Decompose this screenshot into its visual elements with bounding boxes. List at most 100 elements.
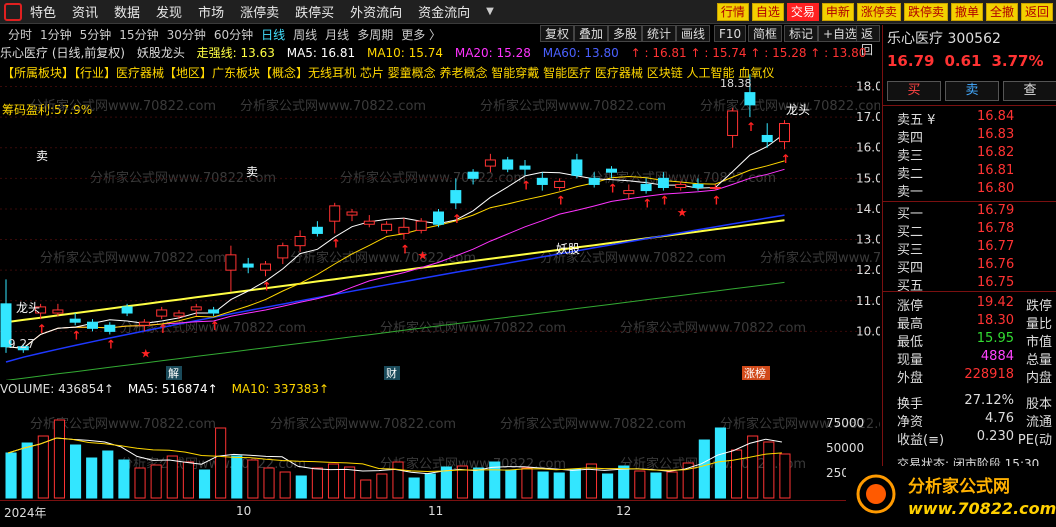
btn-zhangtingmai[interactable]: 涨停卖 [856, 3, 901, 21]
btn-fanhui[interactable]: 返回 [1020, 3, 1053, 21]
candle-body-26 [450, 190, 462, 204]
sell-order-2-price[interactable]: 16.82 [977, 145, 1014, 160]
candle-body-27 [467, 171, 479, 179]
btn-tongji[interactable]: 统计 [642, 25, 677, 42]
btn-chedan[interactable]: 撤单 [950, 3, 983, 21]
sell-order-3-price[interactable]: 16.81 [977, 163, 1014, 178]
stats-label-4: 外盘 [897, 371, 924, 386]
period-multi[interactable]: 多周期 [357, 26, 393, 43]
candle-body-39 [675, 183, 687, 189]
menu-dietingmai[interactable]: 跌停买 [295, 2, 334, 21]
btn-quanche[interactable]: 全撤 [985, 3, 1018, 21]
btn-jiaoyi[interactable]: 交易 [786, 3, 819, 21]
y-tick-2: 16.00 [856, 141, 880, 155]
btn-zixuan[interactable]: 自选 [751, 3, 784, 21]
zhangbang-marker[interactable]: 涨榜 [744, 366, 766, 380]
buy-order-0-price[interactable]: 16.79 [977, 203, 1014, 218]
buy-order-2-price[interactable]: 16.77 [977, 239, 1014, 254]
stats-label2-3: 总量 [1025, 353, 1052, 368]
stats-value-0: 19.42 [976, 295, 1014, 310]
volume-title: VOLUME: 436854↑ MA5: 516874↑ MA10: 33738… [0, 382, 880, 398]
btn-duogu[interactable]: 多股 [608, 25, 643, 42]
stats-value-1: 18.30 [976, 313, 1014, 328]
stats-value-3: 4884 [980, 349, 1014, 364]
volume-bar-25 [408, 477, 420, 499]
buy-order-3-price[interactable]: 16.76 [977, 257, 1014, 272]
menu-zijin[interactable]: 资金流向 [418, 2, 470, 21]
period-60min[interactable]: 60分钟 [214, 26, 253, 43]
btn-hangqing[interactable]: 行情 [716, 3, 749, 21]
last-price: 16.79 [887, 52, 935, 70]
menu-more-dropdown-icon[interactable]: ▼ [486, 6, 494, 17]
volume-bar-40 [650, 472, 662, 499]
period-1min[interactable]: 1分钟 [40, 26, 72, 43]
cai-marker[interactable]: 财 [386, 366, 397, 380]
btn-diejia[interactable]: 叠加 [574, 25, 609, 42]
candle-body-17 [294, 235, 306, 247]
volume-chart[interactable]: 分析家公式网www.70822.com 分析家公式网www.70822.com 分析… [0, 398, 880, 500]
candle-body-43 [744, 92, 756, 106]
app-logo-icon[interactable] [4, 2, 22, 21]
buy-order-4-price[interactable]: 16.75 [977, 275, 1014, 290]
volume-bar-47 [763, 441, 775, 499]
period-monthly[interactable]: 月线 [325, 26, 349, 43]
menu-zhangtingmai[interactable]: 涨停卖 [240, 2, 279, 21]
vol-tick-1: 50000 [826, 441, 864, 455]
buy-button[interactable]: 买 [887, 81, 941, 101]
indicator-name[interactable]: 妖股龙头 [137, 46, 185, 60]
btn-return[interactable]: 返回 [856, 25, 880, 57]
watermark-text-13: 分析家公式网www.70822.com [620, 320, 806, 336]
btn-biaoji[interactable]: 标记 [784, 25, 819, 42]
volume-bar-31 [505, 469, 517, 499]
jie-marker[interactable]: 解 [168, 366, 179, 380]
menu-shichang[interactable]: 市场 [198, 2, 224, 21]
candlestick-chart[interactable]: 分析家公式网www.70822.com 分析家公式网www.70822.com 分析… [0, 62, 880, 380]
menu-zixun[interactable]: 资讯 [72, 2, 98, 21]
buy-order-0-label: 买一 [897, 207, 924, 222]
high-price-label: 18.38 [720, 77, 752, 90]
btn-huaxian[interactable]: 画线 [676, 25, 711, 42]
sell-order-0-price[interactable]: 16.84 [977, 109, 1014, 124]
period-5min[interactable]: 5分钟 [80, 26, 112, 43]
watermark-text-1: 分析家公式网www.70822.com [240, 98, 426, 114]
volume-value: VOLUME: 436854↑ [0, 382, 114, 396]
sell-order-1-price[interactable]: 16.83 [977, 127, 1014, 142]
menu-faxian[interactable]: 发现 [156, 2, 182, 21]
buy-arrow-icon-13: ↑ [659, 194, 669, 208]
menu-waizi[interactable]: 外资流向 [350, 2, 402, 21]
period-15min[interactable]: 15分钟 [119, 26, 158, 43]
volume-bar-2 [37, 435, 49, 499]
btn-jiankuang[interactable]: 简框 [748, 25, 783, 42]
stats2-label-0: 换手 [897, 397, 924, 412]
volume-bar-44 [714, 427, 727, 499]
xtick-year: 2024年 [4, 506, 47, 520]
ma60-value: MA60: 13.80 [542, 46, 619, 60]
buy-order-1-price[interactable]: 16.78 [977, 221, 1014, 236]
query-button[interactable]: 查 [1003, 81, 1056, 101]
period-fenshi[interactable]: 分时 [8, 26, 32, 43]
sell-order-4-price[interactable]: 16.80 [977, 181, 1014, 196]
sell-button[interactable]: 卖 [945, 81, 999, 101]
volume-bar-7 [118, 459, 130, 499]
ma60-line [5, 214, 785, 363]
vol-tick-0: 75000 [826, 416, 864, 430]
y-tick-0: 18.00 [856, 79, 880, 93]
period-weekly[interactable]: 周线 [293, 26, 317, 43]
period-more[interactable]: 更多 〉 [401, 26, 441, 43]
period-30min[interactable]: 30分钟 [167, 26, 206, 43]
menu-tese[interactable]: 特色 [30, 2, 56, 21]
volume-bar-0 [5, 452, 17, 499]
btn-fuquan[interactable]: 复权 [540, 25, 575, 42]
menu-shuju[interactable]: 数据 [114, 2, 140, 21]
candle-body-8 [138, 321, 150, 326]
btn-dietingmai[interactable]: 跌停卖 [903, 3, 948, 21]
btn-f10[interactable]: F10 [714, 25, 747, 42]
volume-bar-5 [86, 457, 98, 499]
period-daily[interactable]: 日线 [261, 26, 285, 43]
btn-shenxin[interactable]: 申新 [821, 3, 854, 21]
ma5-line [5, 133, 785, 349]
stats-label2-1: 量比 [1025, 317, 1052, 332]
candle-body-10 [173, 312, 185, 317]
volume-bar-4 [69, 444, 82, 499]
stats2-label-2: 收益(≡) [897, 433, 945, 448]
